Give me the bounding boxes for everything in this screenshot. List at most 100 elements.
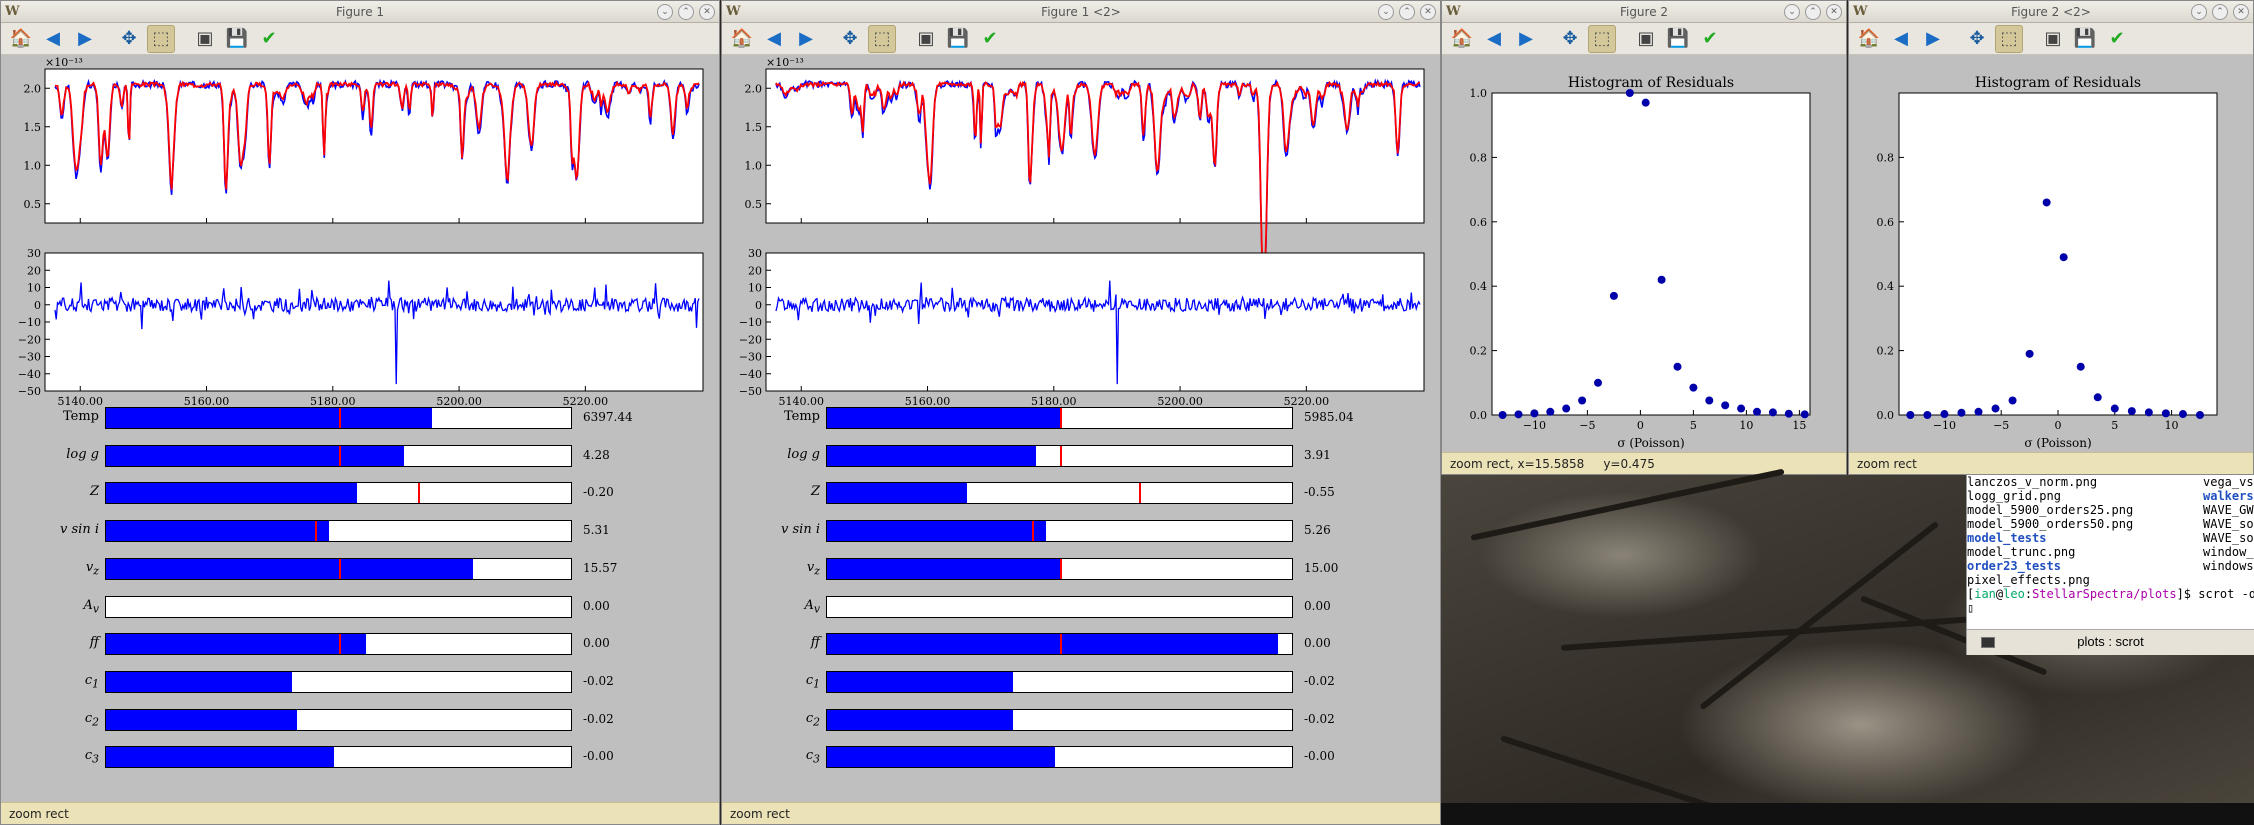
subplots-icon[interactable]: ▣ xyxy=(2039,25,2067,53)
check-icon[interactable]: ✔ xyxy=(2103,25,2131,53)
pan-icon[interactable]: ✥ xyxy=(1556,25,1584,53)
histogram-svg[interactable]: Histogram of Residuals 0.0 0.2 0.4 0.6 0.8 1.0… xyxy=(1442,55,1846,453)
slider-track[interactable] xyxy=(826,407,1293,429)
residual-axes[interactable] xyxy=(44,252,704,392)
save-icon[interactable]: 💾 xyxy=(944,25,972,53)
zoom-icon[interactable]: ⬚ xyxy=(1588,24,1616,53)
slider-a-v[interactable]: Av 0.00 xyxy=(722,595,1440,622)
close-button[interactable]: ✕ xyxy=(1826,4,1842,20)
window-titlebar[interactable]: W Figure 2 ⌄ ⌃ ✕ xyxy=(1442,1,1846,23)
pan-icon[interactable]: ✥ xyxy=(1963,25,1991,53)
close-button[interactable]: ✕ xyxy=(699,4,715,20)
window-titlebar[interactable]: W Figure 1 ⌄ ⌃ ✕ xyxy=(1,1,719,23)
forward-icon[interactable]: ▶ xyxy=(1919,25,1947,53)
back-icon[interactable]: ◀ xyxy=(1887,25,1915,53)
slider-ff[interactable]: ff 0.00 xyxy=(1,633,719,659)
forward-icon[interactable]: ▶ xyxy=(792,25,820,53)
slider-track[interactable] xyxy=(826,444,1293,467)
forward-icon[interactable]: ▶ xyxy=(1512,25,1540,53)
slider-track[interactable] xyxy=(105,444,572,467)
back-icon[interactable]: ◀ xyxy=(1480,25,1508,53)
slider-track[interactable] xyxy=(826,520,1293,543)
slider-track[interactable] xyxy=(105,746,572,769)
slider-z[interactable]: Z -0.20 xyxy=(1,482,719,508)
close-button[interactable]: ✕ xyxy=(2233,4,2249,20)
slider-track[interactable] xyxy=(105,482,572,505)
forward-icon[interactable]: ▶ xyxy=(71,25,99,53)
slider-z[interactable]: Z -0.55 xyxy=(722,482,1440,508)
home-icon[interactable]: 🏠 xyxy=(7,25,35,53)
slider-log-g[interactable]: log g 3.91 xyxy=(722,444,1440,471)
minimize-button[interactable]: ⌄ xyxy=(657,4,673,20)
back-icon[interactable]: ◀ xyxy=(760,25,788,53)
slider-track[interactable] xyxy=(826,746,1293,769)
slider-v-sin-i[interactable]: v sin i 5.26 xyxy=(722,520,1440,546)
plot-canvas[interactable]: Histogram of Residuals 0.0 0.2 0.4 0.6 0.8 1.0… xyxy=(1442,55,1846,452)
minimize-button[interactable]: ⌄ xyxy=(1784,4,1800,20)
slider-track[interactable] xyxy=(826,633,1293,656)
back-icon[interactable]: ◀ xyxy=(39,25,67,53)
slider-v-z[interactable]: vz 15.57 xyxy=(1,557,719,584)
zoom-icon[interactable]: ⬚ xyxy=(147,24,175,53)
slider-track[interactable] xyxy=(826,708,1293,731)
terminal-window[interactable]: lanczos_v_norm.png vega_vs logg_grid.png wa… xyxy=(1966,475,2254,655)
save-icon[interactable]: 💾 xyxy=(1664,25,1692,53)
home-icon[interactable]: 🏠 xyxy=(728,25,756,53)
slider-track[interactable] xyxy=(105,633,572,656)
slider-c-2[interactable]: c2 -0.02 xyxy=(1,708,719,735)
plot-canvas[interactable]: ×10⁻¹³ 2.0 1.5 1.0 0.5 30 20 10 0 −10 −20 −30 −40 −50… xyxy=(722,55,1440,802)
navigation-toolbar: 🏠 ◀ ▶ ✥ ⬚ ▣ 💾 ✔ xyxy=(722,23,1440,55)
subplots-icon[interactable]: ▣ xyxy=(1632,25,1660,53)
slider-track[interactable] xyxy=(105,595,572,618)
check-icon[interactable]: ✔ xyxy=(1696,25,1724,53)
maximize-button[interactable]: ⌃ xyxy=(1399,4,1415,20)
slider-v-z[interactable]: vz 15.00 xyxy=(722,557,1440,584)
window-titlebar[interactable]: W Figure 1 <2> ⌄ ⌃ ✕ xyxy=(722,1,1440,23)
slider-a-v[interactable]: Av 0.00 xyxy=(1,595,719,622)
slider-track[interactable] xyxy=(105,520,572,543)
pan-icon[interactable]: ✥ xyxy=(836,25,864,53)
slider-log-g[interactable]: log g 4.28 xyxy=(1,444,719,471)
check-icon[interactable]: ✔ xyxy=(976,25,1004,53)
plot-canvas[interactable]: Histogram of Residuals 0.0 0.2 0.4 0.6 0.8 −10… xyxy=(1849,55,2253,452)
slider-track[interactable] xyxy=(105,670,572,693)
zoom-icon[interactable]: ⬚ xyxy=(868,24,896,53)
slider-track[interactable] xyxy=(105,407,572,429)
slider-c-3[interactable]: c3 -0.00 xyxy=(1,746,719,772)
slider-c-1[interactable]: c1 -0.02 xyxy=(1,670,719,697)
window-titlebar[interactable]: W Figure 2 <2> ⌄ ⌃ ✕ xyxy=(1849,1,2253,23)
slider-c-3[interactable]: c3 -0.00 xyxy=(722,746,1440,772)
slider-track[interactable] xyxy=(105,708,572,731)
slider-c-2[interactable]: c2 -0.02 xyxy=(722,708,1440,735)
maximize-button[interactable]: ⌃ xyxy=(1805,4,1821,20)
minimize-button[interactable]: ⌄ xyxy=(2191,4,2207,20)
maximize-button[interactable]: ⌃ xyxy=(2212,4,2228,20)
save-icon[interactable]: 💾 xyxy=(2071,25,2099,53)
slider-c-1[interactable]: c1 -0.02 xyxy=(722,670,1440,697)
histogram-axes[interactable] xyxy=(1491,92,1811,416)
histogram-svg[interactable]: Histogram of Residuals 0.0 0.2 0.4 0.6 0.8 −10… xyxy=(1849,55,2253,453)
plot-canvas[interactable]: ×10⁻¹³ 2.0 1.5 1.0 0.5 30 20 10 0 −10 −20 −30 −40 −50… xyxy=(1,55,719,802)
subplots-icon[interactable]: ▣ xyxy=(912,25,940,53)
histogram-axes[interactable] xyxy=(1898,92,2218,416)
check-icon[interactable]: ✔ xyxy=(255,25,283,53)
home-icon[interactable]: 🏠 xyxy=(1855,25,1883,53)
slider-temp[interactable]: Temp 6397.44 xyxy=(1,407,719,433)
pan-icon[interactable]: ✥ xyxy=(115,25,143,53)
save-icon[interactable]: 💾 xyxy=(223,25,251,53)
slider-track[interactable] xyxy=(105,557,572,580)
slider-track[interactable] xyxy=(826,482,1293,505)
slider-track[interactable] xyxy=(826,557,1293,580)
residual-axes[interactable] xyxy=(765,252,1425,392)
subplots-icon[interactable]: ▣ xyxy=(191,25,219,53)
minimize-button[interactable]: ⌄ xyxy=(1378,4,1394,20)
close-button[interactable]: ✕ xyxy=(1420,4,1436,20)
maximize-button[interactable]: ⌃ xyxy=(678,4,694,20)
slider-track[interactable] xyxy=(826,595,1293,618)
zoom-icon[interactable]: ⬚ xyxy=(1995,24,2023,53)
slider-ff[interactable]: ff 0.00 xyxy=(722,633,1440,659)
slider-temp[interactable]: Temp 5985.04 xyxy=(722,407,1440,433)
home-icon[interactable]: 🏠 xyxy=(1448,25,1476,53)
slider-track[interactable] xyxy=(826,670,1293,693)
slider-v-sin-i[interactable]: v sin i 5.31 xyxy=(1,520,719,546)
